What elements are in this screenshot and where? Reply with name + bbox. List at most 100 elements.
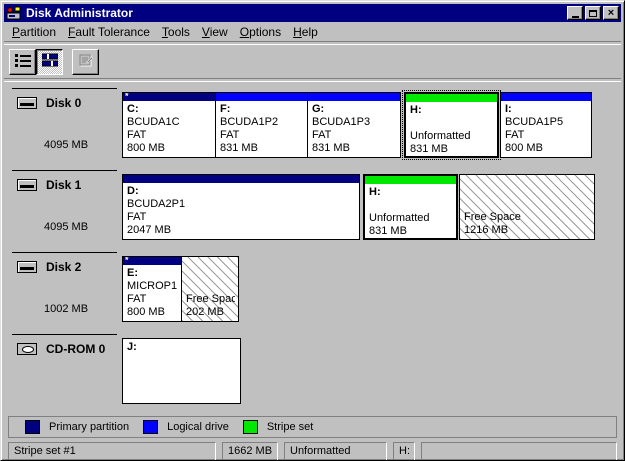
region-drive-c[interactable]: *C:BCUDA1CFAT800 MB <box>122 92 216 158</box>
region-volume-label: BCUDA1C <box>127 116 212 129</box>
region-text: D:BCUDA2P1FAT2047 MB <box>123 183 359 237</box>
region-drive-i[interactable]: I:BCUDA1P5FAT800 MB <box>500 92 592 158</box>
minimize-button[interactable] <box>567 6 583 20</box>
primary-color-band: * <box>123 257 181 265</box>
logical-color-band <box>501 93 591 101</box>
region-text: E:MICROP1FAT800 MB <box>123 265 181 319</box>
status-drive: H: <box>393 442 415 461</box>
region-volume-label: BCUDA1P5 <box>505 116 588 129</box>
cdrom-icon <box>17 343 37 355</box>
region-label: Free Space <box>186 293 235 306</box>
region-size: 1216 MB <box>464 224 591 237</box>
region-drive-h[interactable]: H:Unformatted831 MB <box>363 174 458 240</box>
region-drive-letter: F: <box>220 103 304 116</box>
menu-item-view[interactable]: View <box>196 23 234 41</box>
row-separator <box>12 252 117 253</box>
status-bar: Stripe set #11662 MBUnformattedH: <box>8 442 617 461</box>
menu-item-fault-tolerance[interactable]: Fault Tolerance <box>62 23 156 41</box>
disk-name: Disk 0 <box>46 96 81 110</box>
window-title: Disk Administrator <box>26 6 563 20</box>
hard-disk-icon <box>17 179 37 191</box>
region-drive-h[interactable]: H:Unformatted831 MB <box>404 92 499 158</box>
disk-head: Disk 1 <box>17 178 81 192</box>
legend-label: Primary partition <box>49 421 129 433</box>
disk-head: Disk 2 <box>17 260 81 274</box>
region-drive-letter: H: <box>369 186 453 199</box>
disk-row-disk-2: Disk 21002 MB*E:MICROP1FAT800 MBFree Spa… <box>4 248 621 330</box>
region-size: 202 MB <box>186 306 235 319</box>
region-filesystem: Unformatted <box>369 212 453 225</box>
close-button[interactable]: × <box>603 6 619 20</box>
legend-bar: Primary partition Logical drive Stripe set <box>8 416 617 438</box>
disk-bar: D:BCUDA2P1FAT2047 MBH:Unformatted831 MBF… <box>122 174 595 240</box>
region-drive-letter: J: <box>127 341 237 354</box>
region-size: 800 MB <box>127 142 212 155</box>
primary-color-band <box>123 175 359 183</box>
legend-label: Stripe set <box>267 421 313 433</box>
stripe-set-swatch <box>243 420 258 434</box>
region-text: H:Unformatted831 MB <box>365 184 456 238</box>
disk-size: 1002 MB <box>44 303 88 315</box>
region-drive-f[interactable]: F:BCUDA1P2FAT831 MB <box>215 92 308 158</box>
disk-regions-icon <box>42 53 58 70</box>
region-size: 2047 MB <box>127 224 356 237</box>
region-drive-g[interactable]: G:BCUDA1P3FAT831 MB <box>307 92 401 158</box>
volumes-view-button[interactable] <box>9 49 36 75</box>
region-drive-letter: C: <box>127 103 212 116</box>
region-drive-e[interactable]: *E:MICROP1FAT800 MB <box>122 256 182 322</box>
disk-label-disk-2: Disk 2 1002 MB <box>4 248 122 330</box>
region-drive-letter: G: <box>312 103 397 116</box>
status-filesystem: Unformatted <box>284 442 387 461</box>
minimize-icon <box>572 16 579 18</box>
disk-label-cd-rom-0: CD-ROM 0 <box>4 330 122 412</box>
disk-name: Disk 1 <box>46 178 81 192</box>
stripe-color-band <box>406 94 497 102</box>
primary-color-band: * <box>123 93 215 101</box>
disk-regions-view-button[interactable] <box>36 49 63 75</box>
region-text: Free Space1216 MB <box>460 209 594 239</box>
disk-name: CD-ROM 0 <box>46 342 105 356</box>
properties-icon <box>78 53 94 70</box>
region-filesystem: FAT <box>127 293 178 306</box>
region-filesystem: FAT <box>312 129 397 142</box>
region-size: 831 MB <box>312 142 397 155</box>
disk-row-cd-rom-0: CD-ROM 0 J: <box>4 330 621 412</box>
region-free-space[interactable]: Free Space1216 MB <box>459 174 595 240</box>
volumes-list-icon <box>15 53 31 70</box>
disk-administrator-window: Disk Administrator × PartitionFault Tole… <box>0 0 625 461</box>
region-free-space[interactable]: Free Space202 MB <box>181 256 239 322</box>
region-size: 800 MB <box>127 306 178 319</box>
disk-size: 4095 MB <box>44 139 88 151</box>
disk-label-disk-0: Disk 0 4095 MB <box>4 84 122 166</box>
region-text: Free Space202 MB <box>182 291 238 321</box>
menu-item-partition[interactable]: Partition <box>6 23 62 41</box>
logical-drive-swatch <box>143 420 158 434</box>
disk-name: Disk 2 <box>46 260 81 274</box>
region-drive-d[interactable]: D:BCUDA2P1FAT2047 MB <box>122 174 360 240</box>
status-size: 1662 MB <box>222 442 278 461</box>
region-filesystem: Unformatted <box>410 130 494 143</box>
region-volume-label <box>369 199 453 212</box>
region-volume-label: BCUDA2P1 <box>127 198 356 211</box>
menu-item-tools[interactable]: Tools <box>156 23 196 41</box>
properties-button <box>72 49 99 75</box>
logical-color-band <box>216 93 307 101</box>
region-volume-label: MICROP1 <box>127 280 178 293</box>
primary-partition-swatch <box>25 420 40 434</box>
status-extra <box>421 442 617 461</box>
region-size: 831 MB <box>220 142 304 155</box>
region-drive-letter: D: <box>127 185 356 198</box>
region-size: 800 MB <box>505 142 588 155</box>
disk-size: 4095 MB <box>44 221 88 233</box>
legend-item-primary-partition: Primary partition <box>25 420 129 434</box>
region-drive-letter: I: <box>505 103 588 116</box>
legend-item-stripe-set: Stripe set <box>243 420 313 434</box>
maximize-button[interactable] <box>585 6 601 20</box>
menu-item-help[interactable]: Help <box>287 23 324 41</box>
legend-item-logical-drive: Logical drive <box>143 420 229 434</box>
region-drive-j[interactable]: J: <box>122 338 241 404</box>
menu-item-options[interactable]: Options <box>234 23 287 41</box>
disk-bar: *C:BCUDA1CFAT800 MBF:BCUDA1P2FAT831 MBG:… <box>122 92 592 158</box>
region-size: 831 MB <box>410 143 494 156</box>
disk-head: CD-ROM 0 <box>17 342 105 356</box>
